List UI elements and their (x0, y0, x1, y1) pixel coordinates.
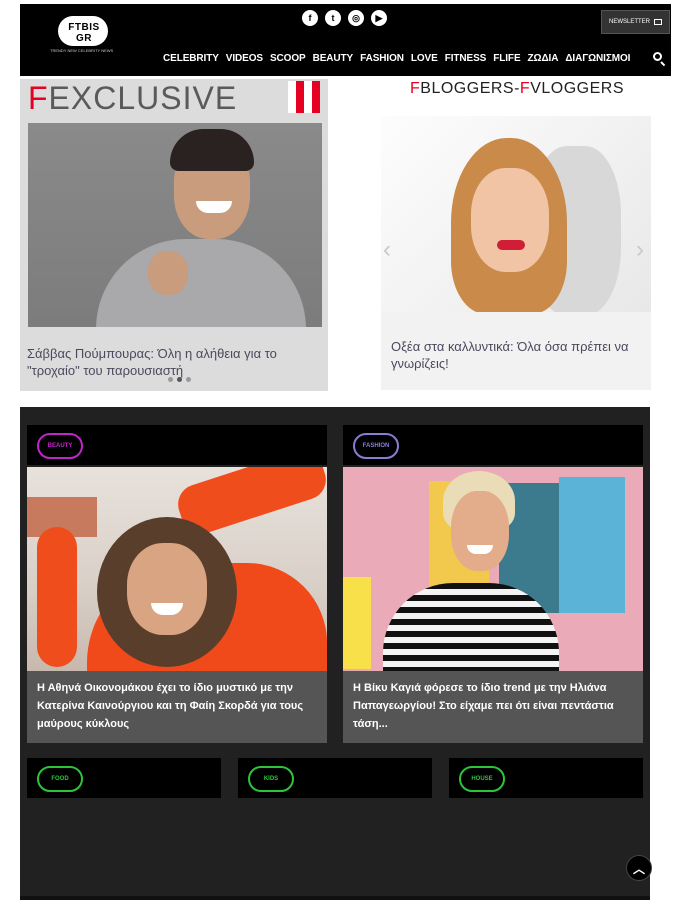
photo-shape (471, 168, 549, 272)
youtube-icon[interactable]: ▶ (371, 10, 387, 26)
photo-shape (96, 239, 306, 327)
photo-shape (148, 251, 188, 295)
site-logo[interactable]: FTBIS GR TRENDY NEW CELEBRITY NEWS (40, 16, 120, 56)
category-section: BEAUTY Η Αθηνά Οικονομάκου έχει το ίδιο … (20, 407, 650, 897)
bloggers-title-f2: F (519, 80, 531, 97)
flag-stripe (304, 81, 312, 113)
chevron-right-icon[interactable]: › (636, 236, 644, 264)
search-handle (660, 61, 666, 67)
card-caption-fashion[interactable]: Η Βίκυ Καγιά φόρεσε το ίδιο trend με την… (343, 671, 643, 743)
card-header-beauty: BEAUTY (27, 425, 327, 465)
card-header-house: HOUSE (449, 758, 643, 798)
logo-text: FTBIS GR (68, 22, 100, 44)
bloggers-title: FBLOGGERS-FVLOGGERS (410, 80, 624, 98)
chevron-left-icon[interactable]: ‹ (383, 236, 391, 264)
newsletter-label: NEWSLETTER (608, 19, 650, 25)
bloggers-title-part1: BLOGGERS- (420, 80, 520, 97)
nav-item-beauty[interactable]: BEAUTY (313, 53, 354, 64)
bloggers-caption-link[interactable]: Οξέα στα καλλυντικά: Όλα όσα πρέπει να γ… (391, 338, 643, 372)
flag-stripe (312, 81, 320, 113)
card-header-kids: KIDS (238, 758, 432, 798)
twitter-icon[interactable]: t (325, 10, 341, 26)
search-icon[interactable] (653, 52, 667, 67)
nav-item-scoop[interactable]: SCOOP (270, 53, 306, 64)
nav-item-videos[interactable]: VIDEOS (226, 53, 263, 64)
page-bottom-bar (20, 896, 650, 900)
envelope-icon (654, 19, 662, 25)
instagram-icon[interactable]: ◎ (348, 10, 364, 26)
nav-item-celebrity[interactable]: CELEBRITY (163, 53, 219, 64)
search-lens (653, 52, 662, 61)
bloggers-title-part2: VLOGGERS (530, 80, 625, 97)
nav-item-zodia[interactable]: ΖΩΔΙΑ (528, 53, 559, 64)
chevron-up-icon: ︿ (632, 861, 645, 876)
bloggers-title-f1: F (410, 80, 421, 97)
tag-beauty[interactable]: BEAUTY (37, 433, 83, 459)
bloggers-photo[interactable]: ‹ › (381, 116, 651, 312)
photo-shape (497, 240, 525, 250)
newsletter-button[interactable]: NEWSLETTER (600, 10, 670, 34)
bloggers-slider: ‹ › Οξέα στα καλλυντικά: Όλα όσα πρέπει … (381, 116, 651, 390)
tag-kids[interactable]: KIDS (248, 766, 294, 792)
card-photo-fashion[interactable] (343, 467, 643, 671)
site-header: FTBIS GR TRENDY NEW CELEBRITY NEWS f t ◎… (20, 4, 671, 76)
nav-item-fitness[interactable]: FITNESS (445, 53, 487, 64)
card-photo-beauty[interactable] (27, 467, 327, 671)
flag-stripe (288, 81, 296, 113)
photo-shape (451, 491, 509, 571)
tag-fashion[interactable]: FASHION (353, 433, 399, 459)
exclusive-photo[interactable] (28, 123, 322, 327)
exclusive-title-rest: EXCLUSIVE (48, 80, 238, 116)
nav-item-flife[interactable]: FLIFE (493, 53, 520, 64)
card-caption-beauty[interactable]: Η Αθηνά Οικονομάκου έχει το ίδιο μυστικό… (27, 671, 327, 743)
flag-icon (288, 81, 320, 113)
tag-house[interactable]: HOUSE (459, 766, 505, 792)
photo-shape (127, 543, 207, 635)
logo-tagline: TRENDY NEW CELEBRITY NEWS (50, 48, 114, 53)
nav-item-fashion[interactable]: FASHION (360, 53, 404, 64)
photo-shape (170, 129, 254, 171)
card-header-food: FOOD (27, 758, 221, 798)
nav-item-contests[interactable]: ΔΙΑΓΩΝΙΣΜΟΙ (565, 53, 630, 64)
nav-item-love[interactable]: LOVE (411, 53, 438, 64)
photo-shape (37, 527, 77, 667)
social-links: f t ◎ ▶ (302, 10, 387, 26)
photo-shape (343, 577, 371, 669)
exclusive-title: FEXCLUSIVE (28, 79, 237, 117)
exclusive-title-first: F (28, 80, 49, 116)
exclusive-section: FEXCLUSIVE Σάββας Πούμπουρας: Όλη η αλήθ… (20, 79, 328, 391)
scroll-to-top-button[interactable]: ︿ (626, 855, 652, 881)
flag-stripe (296, 81, 304, 113)
main-nav: CELEBRITY VIDEOS SCOOP BEAUTY FASHION LO… (163, 53, 630, 64)
photo-shape (559, 477, 625, 613)
facebook-icon[interactable]: f (302, 10, 318, 26)
tag-food[interactable]: FOOD (37, 766, 83, 792)
exclusive-caption-link[interactable]: Σάββας Πούμπουρας: Όλη η αλήθεια για το … (27, 345, 321, 379)
page: FTBIS GR TRENDY NEW CELEBRITY NEWS f t ◎… (0, 0, 673, 900)
card-header-fashion: FASHION (343, 425, 643, 465)
